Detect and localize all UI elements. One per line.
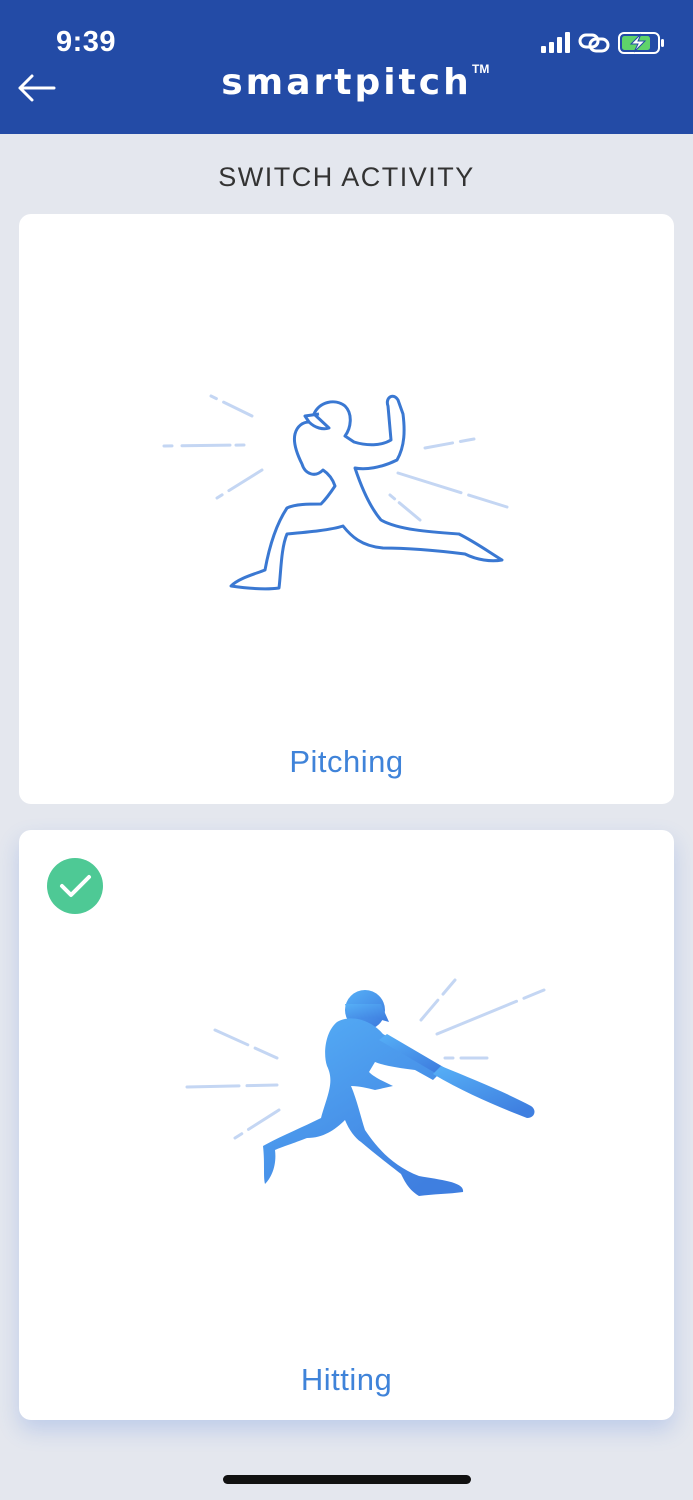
cellular-signal-icon bbox=[541, 32, 570, 53]
logo-wordmark: smartpitch bbox=[221, 62, 472, 103]
pitcher-outline-icon bbox=[162, 394, 509, 591]
logo-trademark: TM bbox=[472, 62, 490, 76]
check-circle-icon bbox=[60, 875, 91, 897]
status-icons bbox=[541, 32, 664, 54]
brand-logo: smartpitch TM bbox=[0, 62, 693, 103]
home-indicator[interactable] bbox=[223, 1475, 471, 1484]
selected-check-badge bbox=[47, 858, 103, 914]
activity-label-pitching: Pitching bbox=[289, 744, 404, 779]
batter-silhouette-icon bbox=[185, 978, 546, 1196]
status-time: 9:39 bbox=[56, 26, 117, 58]
activity-label-hitting: Hitting bbox=[300, 1362, 393, 1397]
activity-card-hitting[interactable]: Hitting bbox=[19, 830, 674, 1420]
link-icon bbox=[578, 33, 610, 53]
activity-card-pitching[interactable]: Pitching bbox=[19, 214, 674, 804]
app-header: 9:39 smartpitch TM bbox=[0, 0, 693, 134]
battery-charging-icon bbox=[618, 32, 664, 54]
page-title: SWITCH ACTIVITY bbox=[218, 162, 475, 192]
